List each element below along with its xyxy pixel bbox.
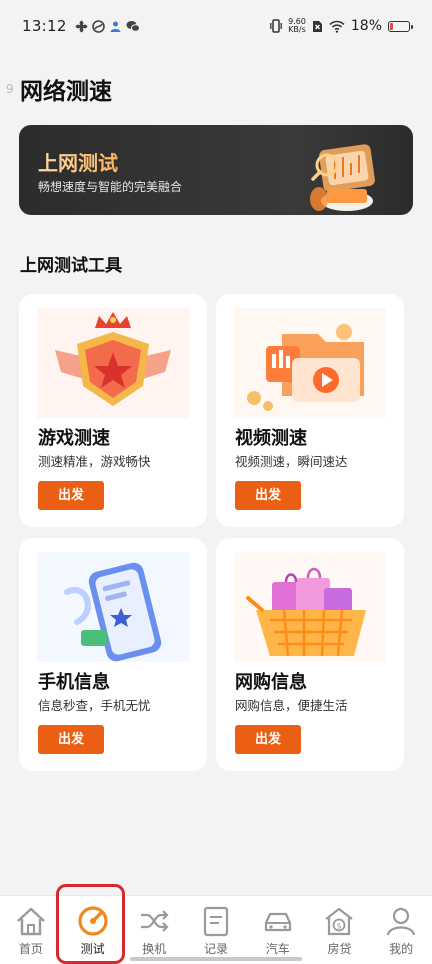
- status-bar: 13:12 9.60 KB/s 18%: [0, 0, 432, 52]
- card-shopping-info[interactable]: 网购信息 网购信息，便捷生活 出发: [216, 538, 404, 771]
- card-description: 视频测速，瞬间速达: [235, 454, 348, 469]
- shopping-basket-illustration: [234, 552, 386, 662]
- banner-title: 上网测试: [38, 147, 118, 176]
- document-icon: [203, 906, 229, 937]
- tab-switch-phone[interactable]: 换机: [123, 896, 185, 964]
- bottom-tab-bar: 首页 测试 换机 记录 汽车 $ 房贷 我的: [0, 895, 432, 964]
- tab-label: 换机: [142, 942, 167, 956]
- status-time: 13:12: [22, 17, 67, 35]
- speed-chart-illustration: [310, 144, 375, 211]
- card-phone-info[interactable]: 手机信息 信息秒查，手机无忧 出发: [19, 538, 207, 771]
- card-title: 视频测速: [235, 428, 307, 449]
- card-description: 网购信息，便捷生活: [235, 698, 348, 713]
- battery-icon: [388, 20, 413, 32]
- tab-mortgage[interactable]: $ 房贷: [309, 896, 371, 964]
- battery-percent: 18%: [350, 18, 382, 34]
- go-button-game-speed[interactable]: 出发: [38, 481, 104, 510]
- trophy-badge-illustration: [37, 308, 189, 418]
- vibrate-icon: [270, 19, 282, 33]
- tab-label: 首页: [18, 942, 43, 956]
- go-button-shopping-info[interactable]: 出发: [235, 725, 301, 754]
- notification-icons: [75, 19, 140, 33]
- speedometer-icon: [77, 906, 108, 936]
- wechat-icon: [126, 20, 140, 32]
- tab-records[interactable]: 记录: [185, 896, 247, 964]
- battery-level: [390, 22, 394, 30]
- card-video-speed[interactable]: 视频测速 视频测速，瞬间速达 出发: [216, 294, 404, 527]
- tab-label: 房贷: [327, 942, 352, 956]
- app-notification-icon: [110, 21, 121, 32]
- no-sim-icon: [312, 20, 322, 32]
- car-icon: [264, 912, 291, 932]
- tab-label: 记录: [204, 942, 229, 956]
- status-right: 9.60 KB/s 18%: [270, 18, 413, 34]
- shuffle-icon: [141, 910, 169, 932]
- wifi-icon: [329, 20, 345, 33]
- tab-car[interactable]: 汽车: [247, 896, 309, 964]
- network-speed: 9.60 KB/s: [288, 18, 306, 34]
- status-left: 13:12: [22, 17, 140, 35]
- card-game-speed[interactable]: 游戏测速 测速精准，游戏畅快 出发: [19, 294, 207, 527]
- fan-icon: [75, 20, 88, 32]
- tab-profile[interactable]: 我的: [370, 896, 432, 964]
- tab-test[interactable]: 测试: [62, 896, 124, 964]
- title-ghost-digit: 9: [6, 82, 14, 96]
- card-title: 游戏测速: [38, 428, 110, 449]
- phone-illustration: [37, 552, 189, 662]
- house-money-icon: $: [325, 907, 354, 936]
- home-icon: [17, 907, 45, 936]
- network-speed-unit: KB/s: [288, 25, 306, 34]
- go-button-phone-info[interactable]: 出发: [38, 725, 104, 754]
- card-title: 网购信息: [235, 672, 307, 693]
- card-description: 测速精准，游戏畅快: [38, 454, 151, 469]
- tab-home[interactable]: 首页: [0, 896, 62, 964]
- go-button-video-speed[interactable]: 出发: [235, 481, 301, 510]
- home-indicator[interactable]: [130, 957, 302, 961]
- svg-text:$: $: [337, 922, 342, 931]
- video-folder-illustration: [234, 308, 386, 418]
- banner-subtitle: 畅想速度与智能的完美融合: [38, 180, 183, 194]
- swirl-icon: [91, 19, 105, 33]
- card-description: 信息秒查，手机无忧: [38, 698, 151, 713]
- user-icon: [387, 907, 416, 936]
- tab-label: 我的: [389, 942, 414, 956]
- section-title: 上网测试工具: [20, 256, 122, 276]
- card-title: 手机信息: [38, 672, 110, 693]
- tab-label: 汽车: [265, 942, 290, 956]
- page-title: 网络测速: [20, 79, 112, 105]
- tab-label: 测试: [80, 942, 105, 956]
- promo-banner[interactable]: 上网测试 畅想速度与智能的完美融合: [19, 125, 413, 215]
